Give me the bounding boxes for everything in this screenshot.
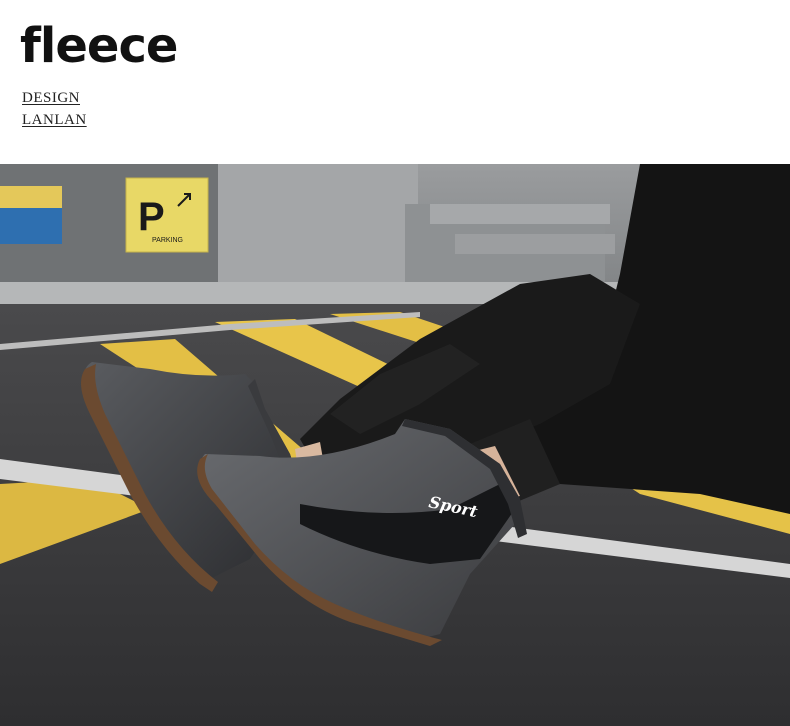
subtitle-lanlan: LANLAN (22, 112, 87, 128)
parking-sign-letter: P (138, 195, 165, 239)
header-section: fleece DESIGN LANLAN (0, 0, 790, 164)
subtitle-design: DESIGN (22, 90, 80, 106)
parking-sign: P PARKING (125, 177, 209, 253)
brand-title: fleece (20, 18, 178, 74)
product-photo: P PARKING Sport (0, 164, 790, 726)
product-photo-illustration: P PARKING Sport (0, 164, 790, 726)
parking-sign-subtext: PARKING (152, 237, 183, 244)
